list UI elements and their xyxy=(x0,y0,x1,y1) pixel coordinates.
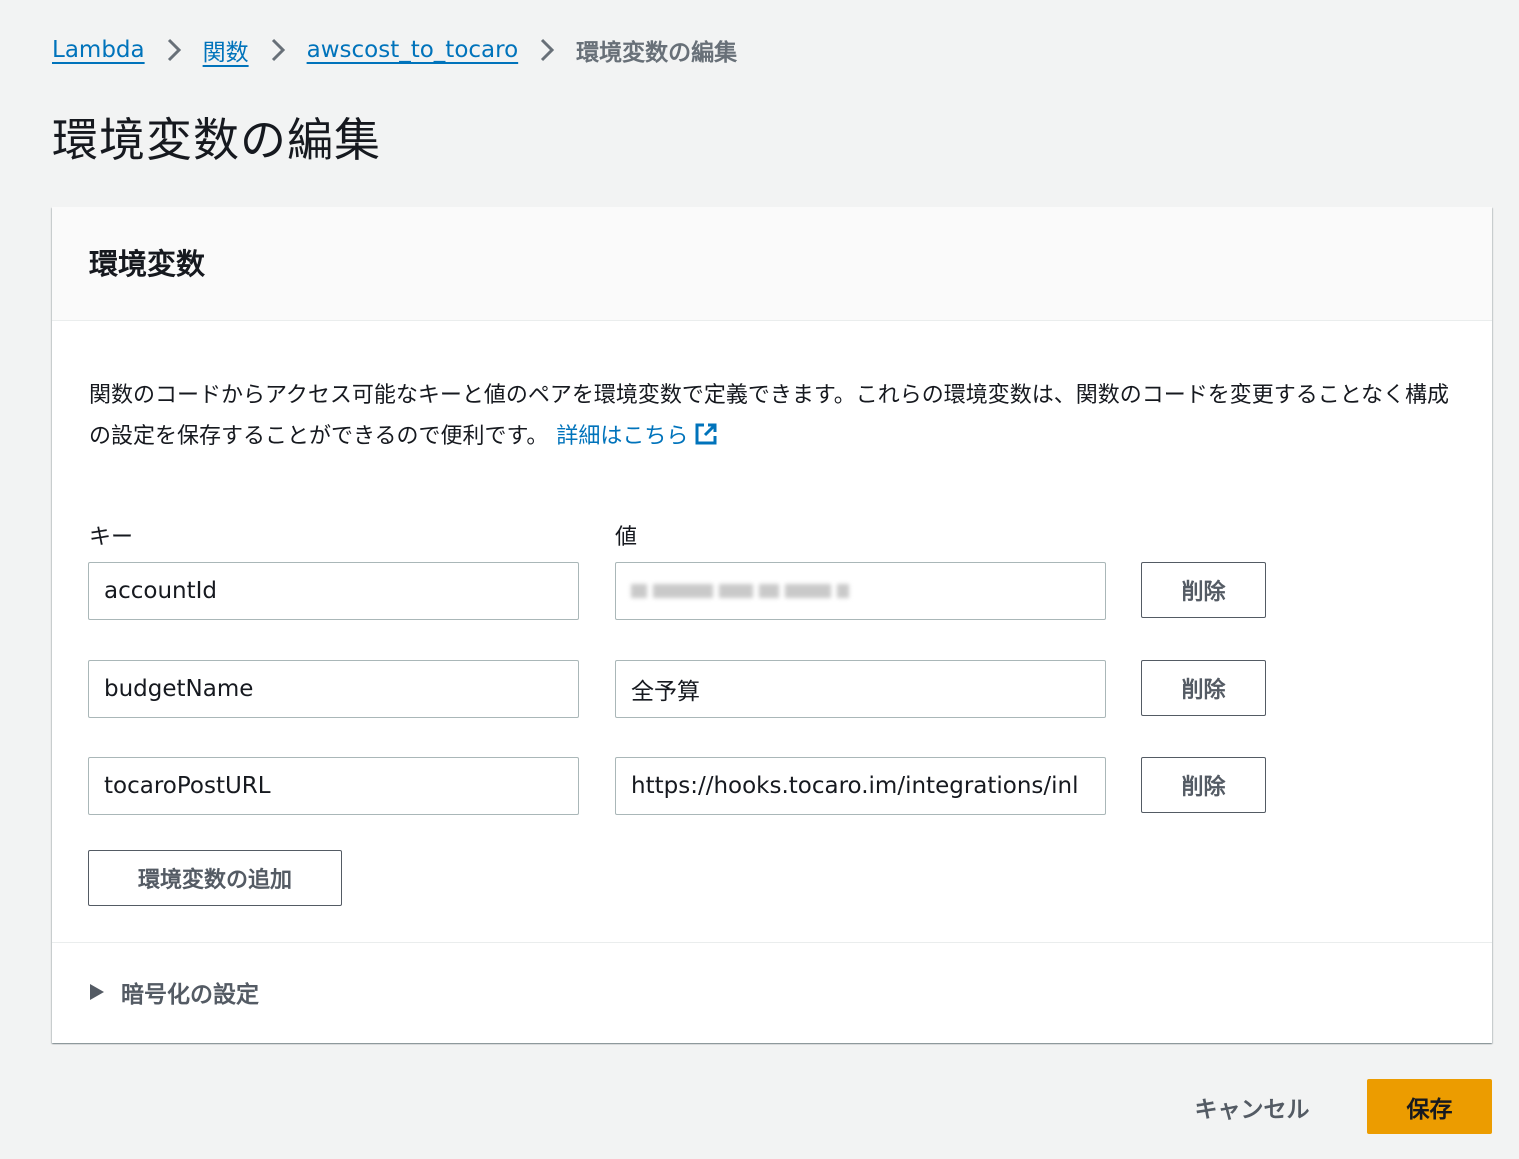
save-button[interactable]: 保存 xyxy=(1367,1079,1492,1134)
chevron-right-icon xyxy=(145,32,203,68)
value-column-label: 値 xyxy=(615,525,638,550)
learn-more-label: 詳細はこちら xyxy=(556,424,689,449)
breadcrumb-function-name[interactable]: awscost_to_tocaro xyxy=(307,37,519,63)
remove-button[interactable]: 削除 xyxy=(1141,562,1266,618)
breadcrumb-lambda[interactable]: Lambda xyxy=(52,37,145,63)
breadcrumb-functions[interactable]: 関数 xyxy=(203,33,249,67)
encryption-settings-label: 暗号化の設定 xyxy=(121,982,259,1008)
value-input-tocaroposturl[interactable]: https://hooks.tocaro.im/integrations/inl xyxy=(615,757,1106,815)
value-input-budgetname[interactable]: 全予算 xyxy=(615,660,1106,718)
panel-header: 環境変数 xyxy=(52,207,1492,321)
learn-more-link[interactable]: 詳細はこちら xyxy=(556,423,718,449)
environment-variables-panel: 環境変数 関数のコードからアクセス可能なキーと値のペアを環境変数で定義できます。… xyxy=(52,207,1492,1043)
caret-right-icon xyxy=(90,984,104,1000)
remove-button[interactable]: 削除 xyxy=(1141,660,1266,716)
key-input-tocaroposturl[interactable]: tocaroPostURL xyxy=(88,757,579,815)
chevron-right-icon xyxy=(518,32,576,68)
key-column-label: キー xyxy=(89,525,134,550)
external-link-icon xyxy=(695,423,717,445)
value-input-accountid[interactable] xyxy=(615,562,1106,620)
breadcrumb-current: 環境変数の編集 xyxy=(576,40,738,66)
page: Lambda 関数 awscost_to_tocaro 環境変数の編集 環境変数… xyxy=(0,0,1519,1159)
key-input-budgetname[interactable]: budgetName xyxy=(88,660,579,718)
redacted-value xyxy=(631,584,849,598)
description-text: 関数のコードからアクセス可能なキーと値のペアを環境変数で定義できます。これらの環… xyxy=(89,383,1450,449)
panel-description: 関数のコードからアクセス可能なキーと値のペアを環境変数で定義できます。これらの環… xyxy=(89,375,1459,457)
encryption-settings-expander[interactable]: 暗号化の設定 xyxy=(89,975,259,1009)
cancel-button[interactable]: キャンセル xyxy=(1180,1080,1324,1134)
key-input-accountid[interactable]: accountId xyxy=(88,562,579,620)
panel-title: 環境変数 xyxy=(89,247,206,281)
divider xyxy=(52,942,1492,943)
page-title: 環境変数の編集 xyxy=(52,113,381,167)
breadcrumb: Lambda 関数 awscost_to_tocaro 環境変数の編集 xyxy=(52,32,737,68)
chevron-right-icon xyxy=(249,32,307,68)
remove-button[interactable]: 削除 xyxy=(1141,757,1266,813)
add-environment-variable-button[interactable]: 環境変数の追加 xyxy=(88,850,342,906)
